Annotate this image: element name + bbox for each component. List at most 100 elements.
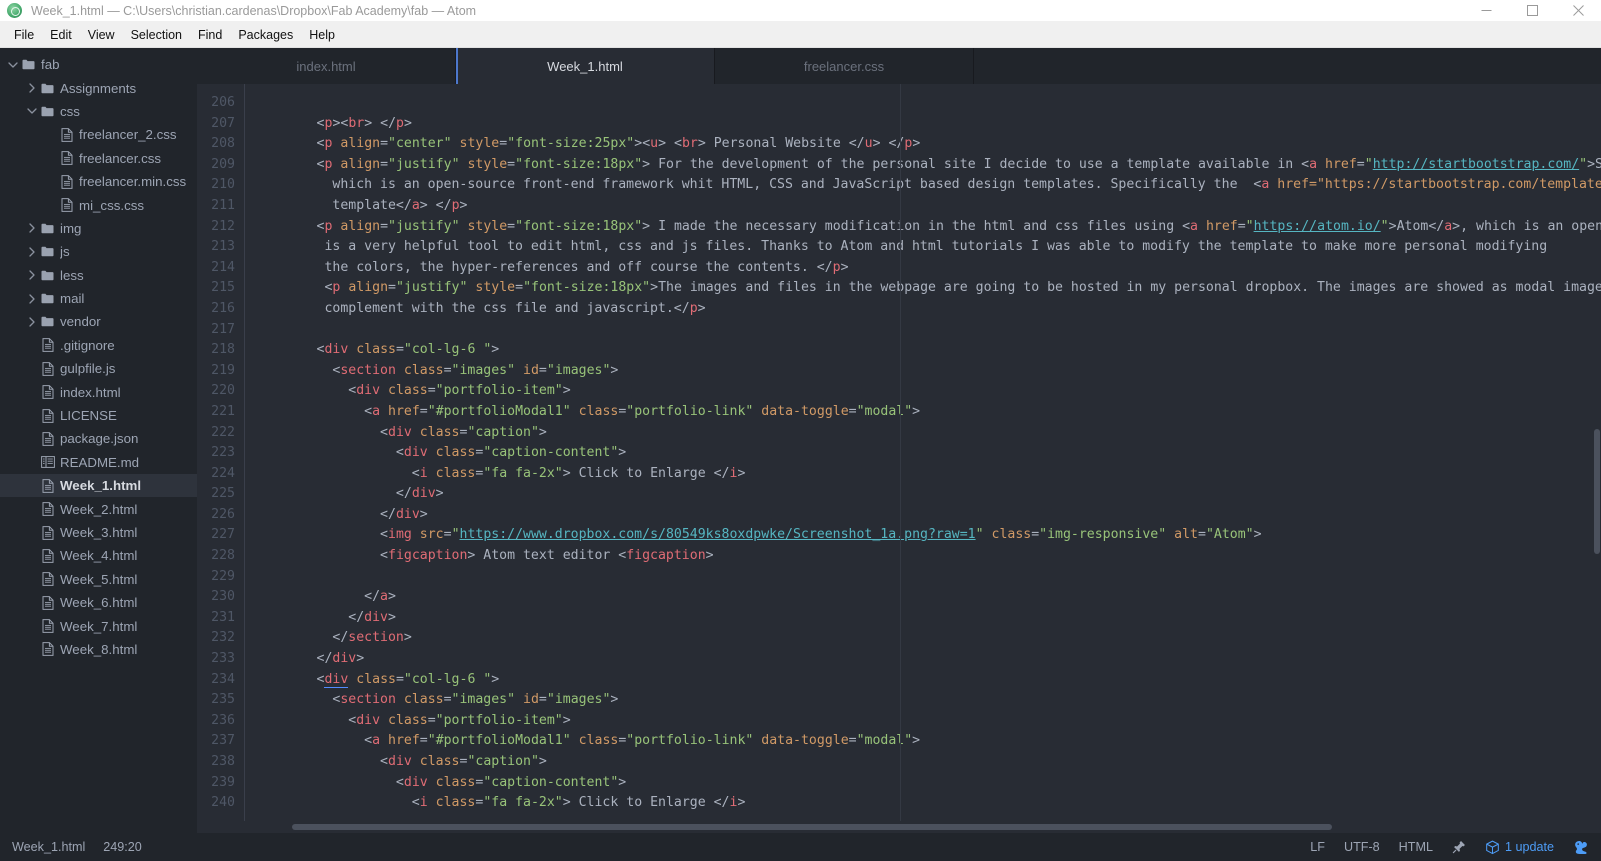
code-line[interactable]: template</a> </p> bbox=[253, 196, 1601, 217]
status-encoding[interactable]: UTF-8 bbox=[1344, 840, 1380, 854]
code-line[interactable]: </section> bbox=[253, 628, 1601, 649]
code-line[interactable]: <div class="col-lg-6 "> bbox=[253, 670, 1601, 691]
code-line[interactable]: <a href="#portfolioModal1" class="portfo… bbox=[253, 731, 1601, 752]
status-file-name[interactable]: Week_1.html bbox=[12, 840, 85, 854]
menu-view[interactable]: View bbox=[80, 25, 123, 45]
close-icon[interactable] bbox=[1555, 0, 1601, 22]
code-line[interactable]: <section class="images" id="images"> bbox=[253, 361, 1601, 382]
status-line-ending[interactable]: LF bbox=[1310, 840, 1325, 854]
horizontal-scrollbar-thumb[interactable] bbox=[292, 824, 1332, 830]
folder-icon bbox=[39, 106, 56, 117]
code-line[interactable]: which is an open-source front-end framew… bbox=[253, 175, 1601, 196]
code-line[interactable]: <p align="justify" style="font-size:18px… bbox=[253, 155, 1601, 176]
tree-file-gitignore[interactable]: .gitignore bbox=[0, 334, 197, 357]
tree-folder-vendor[interactable]: vendor bbox=[0, 310, 197, 333]
text-editor[interactable]: 206 207 208 209 210 211 212 213 214 215 216 217 218 2… bbox=[197, 84, 1601, 833]
code-line[interactable]: <i class="fa fa-2x"> Click to Enlarge </… bbox=[253, 464, 1601, 485]
chevron-right-icon[interactable] bbox=[25, 293, 39, 304]
tree-file-week-3-html[interactable]: Week_3.html bbox=[0, 521, 197, 544]
tree-folder-fab[interactable]: fab bbox=[0, 53, 197, 76]
tree-folder-less[interactable]: less bbox=[0, 264, 197, 287]
tab-index-html[interactable]: index.html bbox=[197, 48, 456, 84]
code-line[interactable]: <p align="center" style="font-size:25px"… bbox=[253, 134, 1601, 155]
menu-selection[interactable]: Selection bbox=[123, 25, 190, 45]
code-line[interactable]: </div> bbox=[253, 649, 1601, 670]
tree-file-index-html[interactable]: index.html bbox=[0, 380, 197, 403]
status-cursor-position[interactable]: 249:20 bbox=[103, 840, 142, 854]
code-line[interactable]: <div class="caption"> bbox=[253, 423, 1601, 444]
tree-folder-css[interactable]: css bbox=[0, 100, 197, 123]
code-line[interactable]: <figcaption> Atom text editor <figcaptio… bbox=[253, 546, 1601, 567]
tree-file-week-8-html[interactable]: Week_8.html bbox=[0, 638, 197, 661]
code-area[interactable]: <p><br> </p> <p align="center" style="fo… bbox=[244, 84, 1601, 833]
menu-help[interactable]: Help bbox=[301, 25, 343, 45]
tree-file-freelancer-2-css[interactable]: freelancer_2.css bbox=[0, 123, 197, 146]
code-line[interactable]: complement with the css file and javascr… bbox=[253, 299, 1601, 320]
chevron-right-icon[interactable] bbox=[25, 247, 39, 257]
code-lines[interactable]: <p><br> </p> <p align="center" style="fo… bbox=[244, 93, 1601, 814]
chevron-right-icon[interactable] bbox=[25, 223, 39, 234]
code-line[interactable] bbox=[253, 93, 1601, 114]
menu-packages[interactable]: Packages bbox=[230, 25, 301, 45]
tree-file-license[interactable]: LICENSE bbox=[0, 404, 197, 427]
pin-icon[interactable] bbox=[1452, 840, 1466, 854]
code-line[interactable]: <p align="justify" style="font-size:18px… bbox=[253, 217, 1601, 238]
code-line[interactable]: <p><br> </p> bbox=[253, 114, 1601, 135]
tree-folder-mail[interactable]: mail bbox=[0, 287, 197, 310]
code-line[interactable]: is a very helpful tool to edit html, css… bbox=[253, 237, 1601, 258]
code-line[interactable]: <section class="images" id="images"> bbox=[253, 690, 1601, 711]
maximize-icon[interactable] bbox=[1509, 0, 1555, 22]
code-line[interactable]: <a href="#portfolioModal1" class="portfo… bbox=[253, 402, 1601, 423]
chevron-right-icon[interactable] bbox=[25, 270, 39, 280]
code-line[interactable]: <div class="caption-content"> bbox=[253, 443, 1601, 464]
tree-file-package-json[interactable]: package.json bbox=[0, 427, 197, 450]
code-line[interactable]: <p align="justify" style="font-size:18px… bbox=[253, 278, 1601, 299]
tree-file-week-1-html[interactable]: Week_1.html bbox=[0, 474, 197, 498]
vertical-scrollbar[interactable] bbox=[1593, 84, 1601, 821]
tree-item-label: Week_6.html bbox=[60, 595, 138, 611]
code-line[interactable]: <div class="portfolio-item"> bbox=[253, 381, 1601, 402]
tree-view[interactable]: fab Assignments css freelancer_2.css freelan… bbox=[0, 48, 197, 833]
vertical-scrollbar-thumb[interactable] bbox=[1594, 429, 1600, 554]
code-line[interactable]: the colors, the hyper-references and off… bbox=[253, 258, 1601, 279]
chevron-right-icon[interactable] bbox=[25, 83, 39, 93]
code-line[interactable]: </div> bbox=[253, 484, 1601, 505]
code-line[interactable]: <i class="fa fa-2x"> Click to Enlarge </… bbox=[253, 793, 1601, 814]
status-grammar[interactable]: HTML bbox=[1399, 840, 1433, 854]
code-line[interactable]: <div class="caption-content"> bbox=[253, 773, 1601, 794]
tab-week-1-html[interactable]: Week_1.html bbox=[456, 48, 715, 84]
minimize-icon[interactable] bbox=[1463, 0, 1509, 22]
menu-file[interactable]: File bbox=[6, 25, 42, 45]
tree-file-week-7-html[interactable]: Week_7.html bbox=[0, 614, 197, 637]
chevron-down-icon[interactable] bbox=[25, 107, 39, 115]
code-line[interactable]: </div> bbox=[253, 505, 1601, 526]
chevron-right-icon[interactable] bbox=[25, 317, 39, 327]
code-line[interactable]: <div class="col-lg-6 "> bbox=[253, 340, 1601, 361]
tree-file-week-5-html[interactable]: Week_5.html bbox=[0, 568, 197, 591]
tree-file-week-2-html[interactable]: Week_2.html bbox=[0, 497, 197, 520]
code-line[interactable]: </div> bbox=[253, 608, 1601, 629]
tree-folder-img[interactable]: img bbox=[0, 217, 197, 240]
tree-file-gulpfile-js[interactable]: gulpfile.js bbox=[0, 357, 197, 380]
code-line[interactable] bbox=[253, 567, 1601, 588]
tree-folder-js[interactable]: js bbox=[0, 240, 197, 263]
tree-file-freelancer-min-css[interactable]: freelancer.min.css bbox=[0, 170, 197, 193]
tree-folder-assignments[interactable]: Assignments bbox=[0, 76, 197, 99]
code-line[interactable]: </a> bbox=[253, 587, 1601, 608]
tree-file-week-4-html[interactable]: Week_4.html bbox=[0, 544, 197, 567]
menu-find[interactable]: Find bbox=[190, 25, 230, 45]
tree-file-freelancer-css[interactable]: freelancer.css bbox=[0, 147, 197, 170]
tab-freelancer-css[interactable]: freelancer.css bbox=[715, 48, 974, 84]
chevron-down-icon[interactable] bbox=[6, 61, 20, 69]
code-line[interactable]: <img src="https://www.dropbox.com/s/8054… bbox=[253, 525, 1601, 546]
squirrel-icon[interactable] bbox=[1573, 840, 1589, 855]
code-line[interactable]: <div class="caption"> bbox=[253, 752, 1601, 773]
tree-file-mi-css-css[interactable]: mi_css.css bbox=[0, 193, 197, 216]
horizontal-scrollbar[interactable] bbox=[244, 821, 1601, 833]
code-line[interactable] bbox=[253, 320, 1601, 341]
status-updates[interactable]: 1 update bbox=[1485, 840, 1554, 855]
tree-file-week-6-html[interactable]: Week_6.html bbox=[0, 591, 197, 614]
code-line[interactable]: <div class="portfolio-item"> bbox=[253, 711, 1601, 732]
tree-file-readme-md[interactable]: README.md bbox=[0, 451, 197, 474]
menu-edit[interactable]: Edit bbox=[42, 25, 80, 45]
